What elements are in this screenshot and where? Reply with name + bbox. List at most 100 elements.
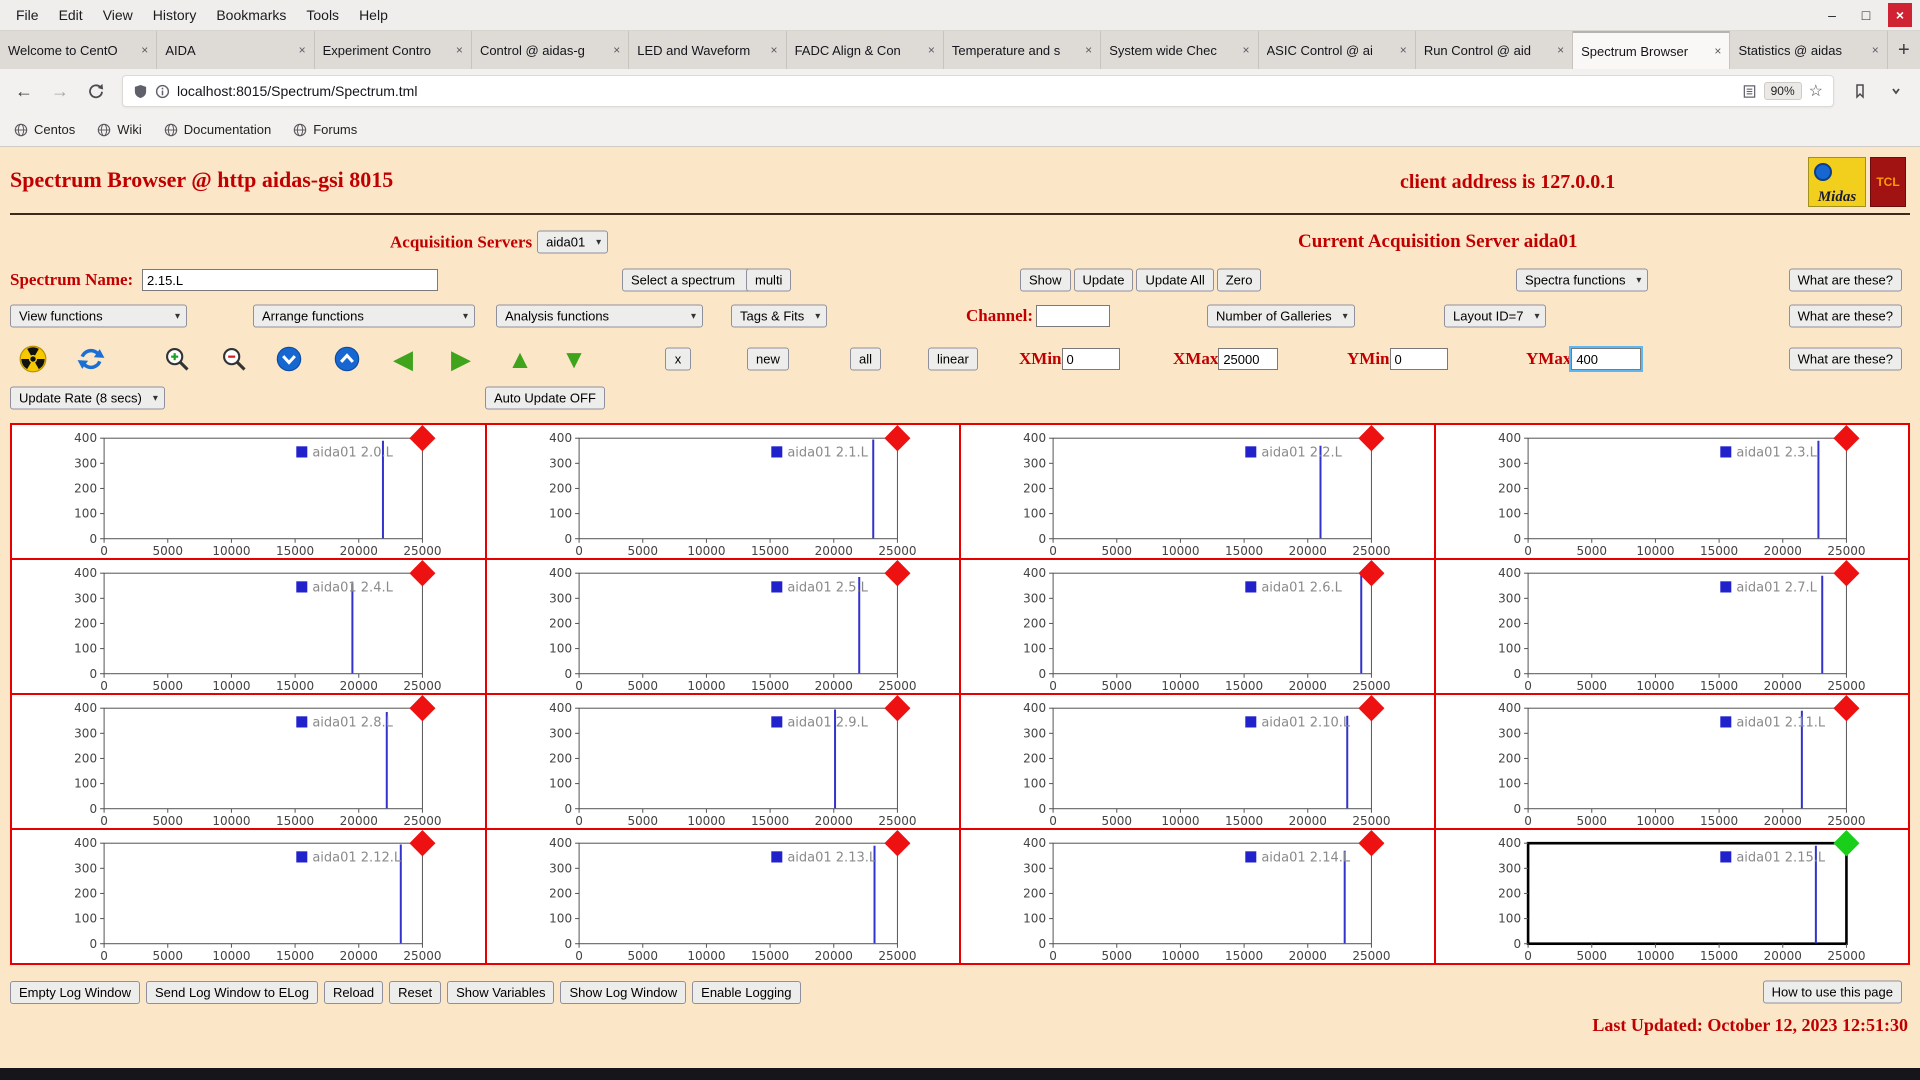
- acquisition-server-select[interactable]: aida01: [537, 230, 609, 254]
- new-button[interactable]: new: [747, 347, 789, 371]
- url-bar[interactable]: localhost:8015/Spectrum/Spectrum.tml 90%…: [122, 75, 1834, 107]
- reset-button[interactable]: Reset: [389, 980, 442, 1004]
- tab-close-icon[interactable]: ×: [1557, 43, 1564, 57]
- update-button[interactable]: Update: [1073, 268, 1134, 292]
- move-left-icon[interactable]: ◀: [386, 342, 420, 376]
- spectrum-plot-2-9-l[interactable]: 0 100 200 300 400 0 5000 10000 15000 20000 25000 ai…: [485, 694, 960, 829]
- update-rate-dropdown[interactable]: Update Rate (8 secs): [10, 386, 165, 410]
- xmin-input[interactable]: [1061, 348, 1120, 370]
- bookmark-documentation[interactable]: Documentation: [164, 122, 271, 137]
- how-to-use-button[interactable]: How to use this page: [1762, 980, 1902, 1004]
- empty-log-window-button[interactable]: Empty Log Window: [10, 980, 140, 1004]
- tab-fadc-align-con[interactable]: FADC Align & Con ×: [786, 31, 944, 69]
- show-button[interactable]: Show: [1020, 268, 1071, 292]
- analysis-functions-dropdown[interactable]: Analysis functions: [496, 304, 703, 328]
- bookmark-forums[interactable]: Forums: [293, 122, 357, 137]
- tab-close-icon[interactable]: ×: [141, 43, 148, 57]
- tags-fits-dropdown[interactable]: Tags & Fits: [731, 304, 828, 328]
- reload-button[interactable]: Reload: [323, 980, 384, 1004]
- spectrum-plot-2-12-l[interactable]: 0 100 200 300 400 0 5000 10000 15000 20000 25000 ai…: [11, 829, 486, 964]
- blue-circle-down-icon[interactable]: [272, 342, 306, 376]
- minimize-button[interactable]: –: [1820, 3, 1844, 27]
- menu-bookmarks[interactable]: Bookmarks: [206, 4, 296, 26]
- tab-statistics-aidas[interactable]: Statistics @ aidas ×: [1730, 31, 1888, 69]
- tab-close-icon[interactable]: ×: [1714, 44, 1721, 58]
- bookmark-centos[interactable]: Centos: [14, 122, 75, 137]
- tab-welcome-to-cento[interactable]: Welcome to CentO ×: [0, 31, 158, 69]
- overflow-chevron-icon[interactable]: [1882, 77, 1910, 105]
- channel-input[interactable]: [1036, 305, 1110, 327]
- tab-close-icon[interactable]: ×: [1242, 43, 1249, 57]
- menu-help[interactable]: Help: [349, 4, 398, 26]
- arrange-functions-dropdown[interactable]: Arrange functions: [253, 304, 475, 328]
- enable-logging-button[interactable]: Enable Logging: [692, 980, 801, 1004]
- spectrum-plot-2-1-l[interactable]: 0 100 200 300 400 0 5000 10000 15000 20000 25000 ai…: [485, 424, 960, 559]
- xmax-input[interactable]: [1218, 348, 1279, 370]
- save-page-icon[interactable]: [1846, 77, 1874, 105]
- tab-aida[interactable]: AIDA ×: [157, 31, 315, 69]
- move-up-icon[interactable]: ▲: [503, 342, 537, 376]
- menu-edit[interactable]: Edit: [49, 4, 93, 26]
- tab-close-icon[interactable]: ×: [1085, 43, 1092, 57]
- spectrum-plot-2-2-l[interactable]: 0 100 200 300 400 0 5000 10000 15000 20000 25000 ai…: [960, 424, 1435, 559]
- radiation-icon[interactable]: [16, 342, 50, 376]
- number-of-galleries-dropdown[interactable]: Number of Galleries: [1207, 304, 1355, 328]
- spectrum-plot-2-4-l[interactable]: 0 100 200 300 400 0 5000 10000 15000 20000 25000 ai…: [11, 559, 486, 694]
- tab-temperature-and-s[interactable]: Temperature and s ×: [943, 31, 1102, 69]
- ymin-input[interactable]: [1389, 348, 1448, 370]
- zoom-level-badge[interactable]: 90%: [1763, 82, 1802, 100]
- multi-button[interactable]: multi: [746, 268, 792, 292]
- tab-control-aidas-g[interactable]: Control @ aidas-g ×: [471, 31, 630, 69]
- blue-circle-up-icon[interactable]: [330, 342, 364, 376]
- what-are-these-button-1[interactable]: What are these?: [1788, 268, 1902, 292]
- spectrum-plot-2-8-l[interactable]: 0 100 200 300 400 0 5000 10000 15000 20000 25000 ai…: [11, 694, 486, 829]
- tab-spectrum-browser[interactable]: Spectrum Browser ×: [1573, 31, 1731, 69]
- move-down-icon[interactable]: ▼: [557, 342, 591, 376]
- x-button[interactable]: x: [665, 347, 691, 371]
- spectrum-plot-2-6-l[interactable]: 0 100 200 300 400 0 5000 10000 15000 20000 25000 ai…: [960, 559, 1435, 694]
- bookmark-wiki[interactable]: Wiki: [97, 122, 142, 137]
- tab-close-icon[interactable]: ×: [1400, 43, 1407, 57]
- tab-system-wide-chec[interactable]: System wide Chec ×: [1101, 31, 1259, 69]
- show-variables-button[interactable]: Show Variables: [447, 980, 555, 1004]
- spectrum-name-input[interactable]: [142, 269, 438, 291]
- tab-asic-control-ai[interactable]: ASIC Control @ ai ×: [1258, 31, 1416, 69]
- tab-close-icon[interactable]: ×: [928, 43, 935, 57]
- zoom-out-icon[interactable]: [217, 342, 251, 376]
- all-button[interactable]: all: [850, 347, 882, 371]
- spectrum-plot-2-15-l[interactable]: 0 100 200 300 400 0 5000 10000 15000 20000 25000 ai…: [1434, 829, 1909, 964]
- select-spectrum-dropdown[interactable]: Select a spectrum: [622, 268, 759, 292]
- spectrum-plot-2-7-l[interactable]: 0 100 200 300 400 0 5000 10000 15000 20000 25000 ai…: [1434, 559, 1909, 694]
- tab-close-icon[interactable]: ×: [613, 43, 620, 57]
- forward-button[interactable]: →: [46, 77, 74, 105]
- tab-run-control-aid[interactable]: Run Control @ aid ×: [1415, 31, 1574, 69]
- tab-close-icon[interactable]: ×: [1872, 43, 1879, 57]
- tab-experiment-contro[interactable]: Experiment Contro ×: [314, 31, 472, 69]
- what-are-these-button-2[interactable]: What are these?: [1788, 304, 1902, 328]
- spectrum-plot-2-11-l[interactable]: 0 100 200 300 400 0 5000 10000 15000 20000 25000 ai…: [1434, 694, 1909, 829]
- zoom-in-icon[interactable]: [160, 342, 194, 376]
- tab-led-and-waveform[interactable]: LED and Waveform ×: [629, 31, 787, 69]
- url-text[interactable]: localhost:8015/Spectrum/Spectrum.tml: [177, 83, 417, 99]
- back-button[interactable]: ←: [10, 77, 38, 105]
- reader-mode-icon[interactable]: [1742, 84, 1757, 99]
- spectrum-plot-2-14-l[interactable]: 0 100 200 300 400 0 5000 10000 15000 20000 25000 ai…: [960, 829, 1435, 964]
- spectrum-plot-2-3-l[interactable]: 0 100 200 300 400 0 5000 10000 15000 20000 25000 ai…: [1434, 424, 1909, 559]
- show-log-window-button[interactable]: Show Log Window: [560, 980, 687, 1004]
- page-info-icon[interactable]: [155, 84, 170, 99]
- update-all-button[interactable]: Update All: [1136, 268, 1214, 292]
- tab-close-icon[interactable]: ×: [771, 43, 778, 57]
- spectrum-plot-2-5-l[interactable]: 0 100 200 300 400 0 5000 10000 15000 20000 25000 ai…: [485, 559, 960, 694]
- tab-close-icon[interactable]: ×: [299, 43, 306, 57]
- layout-id-dropdown[interactable]: Layout ID=7: [1444, 304, 1547, 328]
- linear-button[interactable]: linear: [928, 347, 978, 371]
- new-tab-button[interactable]: +: [1888, 31, 1920, 69]
- close-button[interactable]: ×: [1888, 3, 1912, 27]
- reload-button[interactable]: [82, 77, 110, 105]
- what-are-these-button-3[interactable]: What are these?: [1788, 347, 1902, 371]
- spectra-functions-dropdown[interactable]: Spectra functions: [1516, 268, 1649, 292]
- zero-button[interactable]: Zero: [1216, 268, 1262, 292]
- send-log-window-to-elog-button[interactable]: Send Log Window to ELog: [146, 980, 318, 1004]
- menu-file[interactable]: File: [6, 4, 49, 26]
- auto-update-button[interactable]: Auto Update OFF: [485, 386, 605, 410]
